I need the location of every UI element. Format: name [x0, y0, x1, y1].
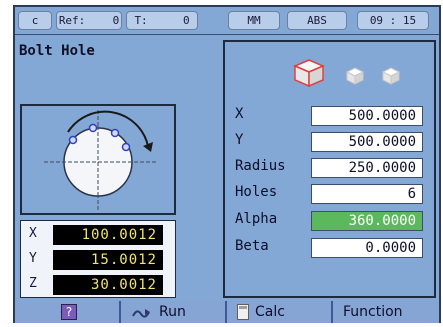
ref-indicator: Ref: 0 [56, 11, 122, 30]
param-field-radius[interactable]: 250.0000 [311, 158, 423, 178]
dro-row-y: Y 15.0012 [21, 248, 177, 272]
dro-value: 100.0012 [53, 225, 163, 245]
hole-marker [88, 123, 98, 133]
hole-marker [110, 128, 120, 138]
dro-readout: X 100.0012 Y 15.0012 Z 30.0012 [20, 220, 176, 298]
calculator-icon [237, 304, 249, 320]
status-bar: c Ref: 0 T: 0 MM ABS 09 : 15 [15, 7, 439, 35]
hole-marker [68, 135, 78, 145]
dro-row-z: Z 30.0012 [21, 273, 177, 297]
param-field-alpha[interactable]: 360.0000 [311, 211, 423, 231]
run-softkey[interactable]: Run [121, 301, 227, 323]
position-mode-value: ABS [307, 14, 327, 27]
page-title: Bolt Hole [19, 43, 95, 59]
param-field-holes[interactable]: 6 [311, 184, 423, 204]
help-icon: ? [61, 304, 77, 320]
bolt-hole-graphic [44, 110, 158, 210]
lcd-display: c Ref: 0 T: 0 MM ABS 09 : 15 Bolt Hole X… [13, 5, 441, 323]
mode-value: c [31, 14, 39, 27]
param-label-radius: Radius [235, 158, 286, 174]
units-value: MM [247, 14, 261, 27]
view-cube-small-icon[interactable] [381, 67, 401, 85]
function-softkey[interactable]: Function [333, 301, 439, 323]
param-label-holes: Holes [235, 184, 278, 200]
clock: 09 : 15 [357, 11, 429, 30]
tool-value: 0 [182, 14, 190, 27]
ref-value: 0 [112, 14, 120, 27]
param-field-beta[interactable]: 0.0000 [311, 238, 423, 258]
units-indicator[interactable]: MM [228, 11, 280, 30]
dro-row-x: X 100.0012 [21, 223, 177, 247]
hole-marker [121, 142, 131, 152]
calc-softkey[interactable]: Calc [227, 301, 333, 323]
dro-value: 30.0012 [53, 275, 163, 295]
softkey-bar: ? Run Calc Function [15, 301, 439, 323]
run-icon [132, 309, 150, 318]
dro-value: 15.0012 [53, 250, 163, 270]
bolt-hole-diagram [20, 104, 176, 215]
help-softkey[interactable]: ? [15, 301, 121, 323]
dro-axis-label: X [29, 226, 37, 241]
view-iso-icon[interactable] [293, 59, 325, 88]
run-label: Run [159, 304, 186, 320]
tool-indicator: T: 0 [126, 11, 198, 30]
parameter-panel: X 500.0000 Y 500.0000 Radius 250.0000 Ho… [223, 40, 436, 298]
param-label-x: X [235, 106, 244, 122]
mode-indicator: c [18, 11, 52, 30]
clock-value: 09 : 15 [369, 14, 417, 27]
view-icons [293, 59, 401, 88]
param-label-y: Y [235, 132, 244, 148]
dro-axis-label: Y [29, 251, 37, 266]
param-field-y[interactable]: 500.0000 [311, 132, 423, 152]
device-screen: c Ref: 0 T: 0 MM ABS 09 : 15 Bolt Hole X… [0, 0, 443, 327]
function-label: Function [343, 304, 403, 320]
param-field-x[interactable]: 500.0000 [311, 106, 423, 126]
calc-label: Calc [255, 304, 285, 320]
view-cube-icon[interactable] [345, 67, 365, 85]
tool-label: T: [134, 14, 148, 27]
param-label-beta: Beta [235, 238, 269, 254]
dro-axis-label: Z [29, 276, 37, 291]
param-label-alpha: Alpha [235, 211, 278, 227]
position-mode-indicator[interactable]: ABS [287, 11, 347, 30]
ref-label: Ref: [58, 14, 86, 27]
